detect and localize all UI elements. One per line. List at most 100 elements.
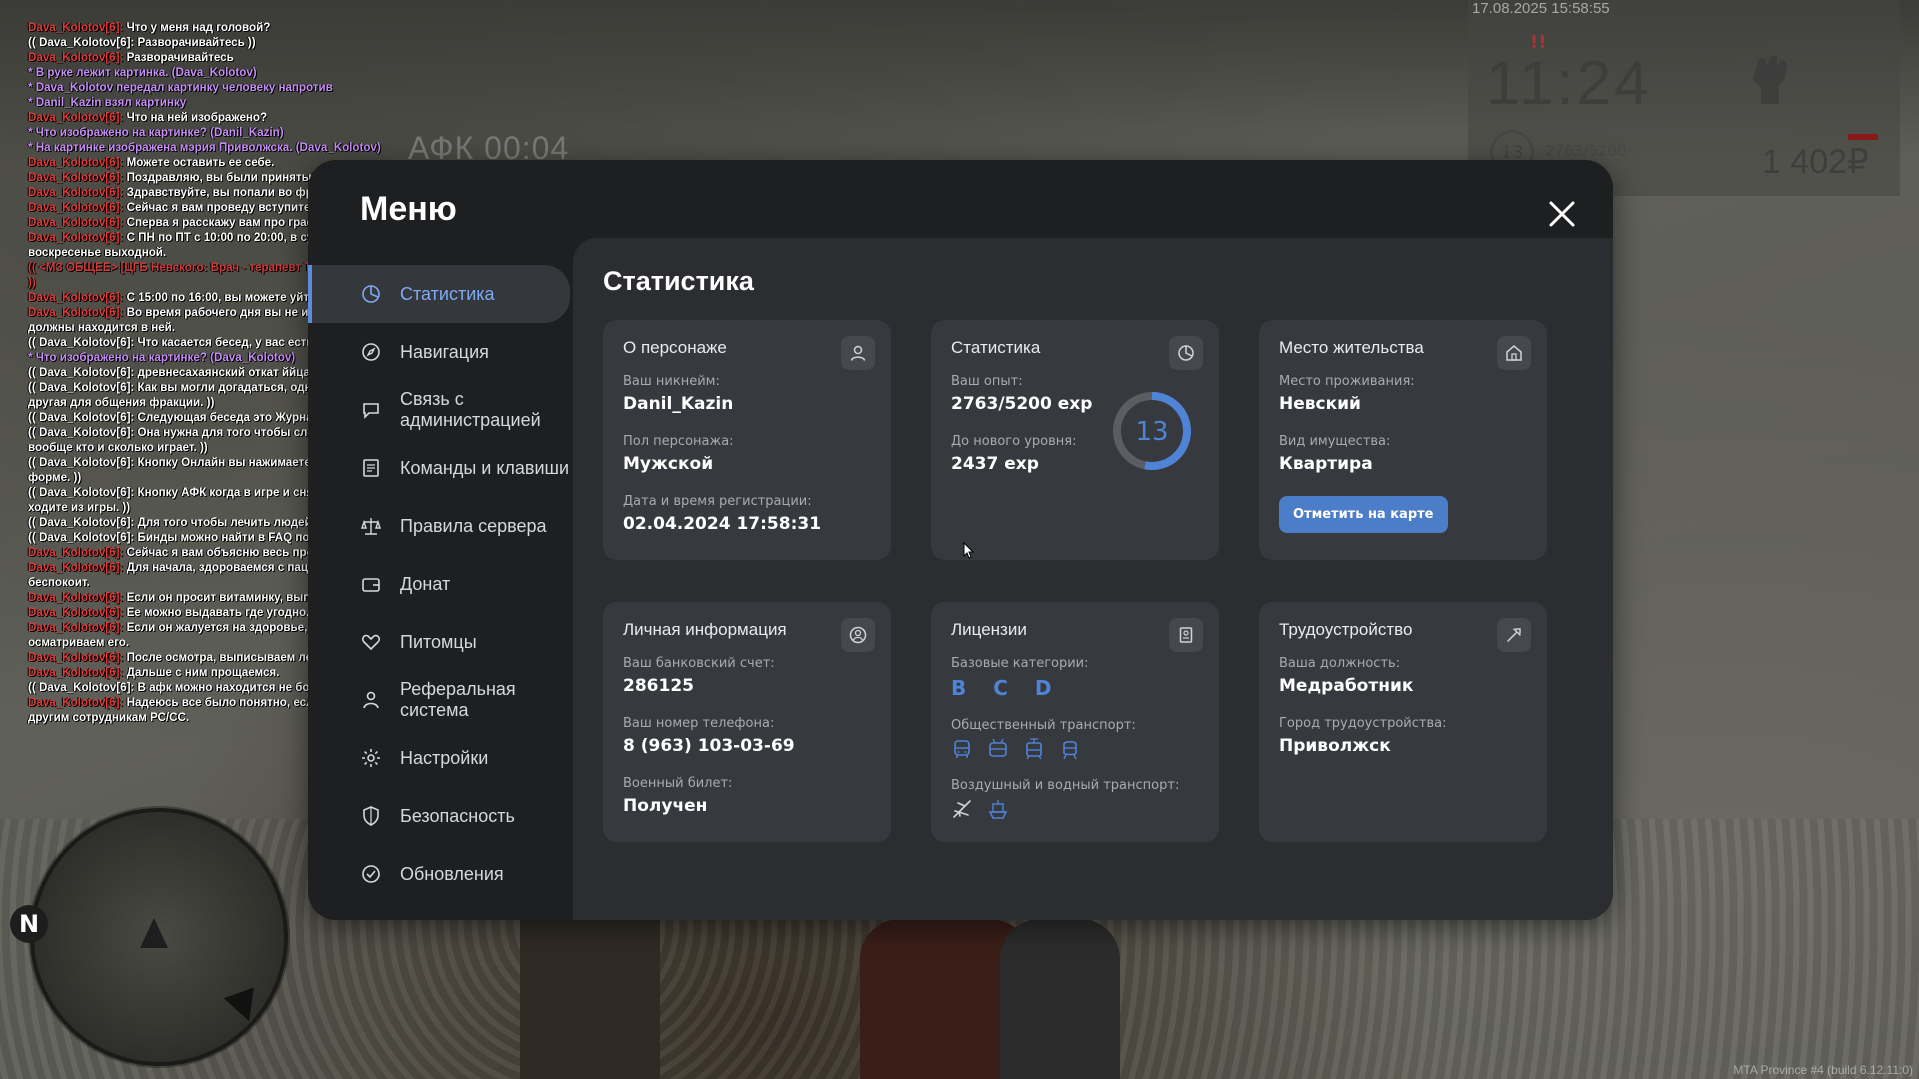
- sidebar-item-label: Навигация: [400, 341, 489, 362]
- scales-icon: [361, 518, 381, 535]
- close-icon[interactable]: [1542, 194, 1582, 234]
- chat-text: Дальше с ним прощаемся.: [123, 666, 280, 679]
- hammer-icon: [1497, 618, 1531, 652]
- hud-exp: 2763/5200: [1545, 142, 1627, 160]
- chat-speaker: Dava_Kolotov[6]:: [28, 591, 124, 604]
- player-figure: [1000, 919, 1120, 1079]
- chat-speaker: Dava_Kolotov[6]:: [28, 306, 124, 319]
- level-progress-ring: 13: [1113, 392, 1191, 470]
- chat-line: Dava_Kolotov[6]: Что на ней изображено?: [28, 110, 508, 125]
- chat-text: Ее можно выдавать где угодно.: [123, 606, 310, 619]
- mark-on-map-button[interactable]: Отметить на карте: [1279, 496, 1448, 533]
- gear-icon: [362, 749, 380, 767]
- boat-icon: [988, 800, 1008, 819]
- chat-speaker: Dava_Kolotov[6]:: [28, 201, 124, 214]
- hud-money: 1 402₽: [1762, 143, 1869, 181]
- chat-speaker: Dava_Kolotov[6]:: [28, 666, 124, 679]
- card-character: О персонаже Ваш никнейм: Danil_Kazin Пол…: [603, 320, 891, 560]
- tram-icon: [1026, 738, 1042, 760]
- chat-speaker: Dava_Kolotov[6]:: [28, 111, 124, 124]
- chat-text: * В руке лежит картинка. (Dava_Kolotov): [28, 66, 257, 79]
- chat-line: * Dava_Kolotov передал картинку человеку…: [28, 80, 508, 95]
- sidebar-nav: Статистика Навигация Связь с администрацие…: [308, 265, 570, 903]
- chat-text: Что на ней изображено?: [123, 111, 268, 124]
- sidebar-item-2[interactable]: Навигация: [308, 323, 570, 381]
- player-arrow-icon: [140, 918, 168, 948]
- sidebar-item-label: Обновления: [400, 863, 504, 884]
- chat-speaker: Dava_Kolotov[6]:: [28, 156, 124, 169]
- hud-datetime: 17.08.2025 15:58:55: [1472, 0, 1610, 17]
- sidebar-item-11[interactable]: Обновления: [308, 845, 570, 903]
- card-title: О персонаже: [623, 338, 727, 357]
- compass-icon: [362, 343, 380, 361]
- chat-line: Dava_Kolotov[6]: Что у меня над головой?: [28, 20, 508, 35]
- card-residence: Место жительства Место проживания: Невск…: [1259, 320, 1547, 560]
- chat-line: * В руке лежит картинка. (Dava_Kolotov): [28, 65, 508, 80]
- sidebar-item-label: Донат: [400, 573, 451, 594]
- sidebar-item-9[interactable]: Настройки: [308, 729, 570, 787]
- sidebar-item-label: Статистика: [400, 283, 495, 304]
- hud-clock: 11:24: [1486, 49, 1652, 118]
- card-stats: Статистика Ваш опыт: 2763/5200 exp До но…: [931, 320, 1219, 560]
- trolleybus-icon: [989, 738, 1007, 757]
- chat-text: Что у меня над головой?: [123, 21, 271, 34]
- card-title: Трудоустройство: [1279, 620, 1413, 639]
- public-transport-label: Общественный транспорт:: [951, 718, 1136, 733]
- profile-circle-icon: [841, 618, 875, 652]
- chat-icon: [363, 403, 379, 419]
- sidebar-item-3[interactable]: Связь с администрацией: [308, 381, 570, 439]
- card-title: Место жительства: [1279, 338, 1424, 357]
- sidebar-item-label: Настройки: [400, 747, 489, 768]
- sidebar-item-8[interactable]: Реферальная система: [308, 671, 570, 729]
- chat-text: (( Dava_Kolotov[6]: Бинды можно найти в …: [28, 531, 338, 544]
- mouse-cursor-icon: [963, 542, 975, 559]
- chat-speaker: Dava_Kolotov[6]:: [28, 546, 124, 559]
- sidebar-item-5[interactable]: Правила сервера: [308, 497, 570, 555]
- nickname-value: Danil_Kazin: [623, 394, 734, 414]
- plane-icon: [953, 800, 971, 818]
- air-water-label: Воздушный и водный транспорт:: [951, 778, 1180, 793]
- gender-value: Мужской: [623, 454, 714, 474]
- sidebar-item-6[interactable]: Донат: [308, 555, 570, 613]
- chat-speaker: Dava_Kolotov[6]:: [28, 651, 124, 664]
- chat-text: Можете оставить ее себе.: [123, 156, 275, 169]
- chat-speaker: Dava_Kolotov[6]:: [28, 696, 124, 709]
- gender-label: Пол персонажа:: [623, 434, 734, 449]
- sidebar-item-label: Связь с администрацией: [400, 389, 541, 430]
- shield-icon: [363, 806, 379, 826]
- user-icon: [841, 336, 875, 370]
- chart-icon: [1169, 336, 1203, 370]
- sidebar-item-label: Команды и клавиши: [400, 457, 570, 478]
- chat-text: Поздравляю, вы были приняты!: [123, 171, 316, 184]
- property-value: Квартира: [1279, 454, 1373, 474]
- chat-text: * Что изображено на картинке? (Danil_Kaz…: [28, 126, 284, 139]
- military-value: Получен: [623, 796, 708, 816]
- sidebar-item-7[interactable]: Питомцы: [308, 613, 570, 671]
- compass-north: N: [10, 905, 48, 943]
- chat-speaker: Dava_Kolotov[6]:: [28, 21, 124, 34]
- sidebar-item-label: Питомцы: [400, 631, 477, 652]
- sidebar-item-1[interactable]: Статистика: [308, 265, 570, 323]
- chat-text: * Что изображено на картинке? (Dava_Kolo…: [28, 351, 296, 364]
- phone-label: Ваш номер телефона:: [623, 716, 775, 731]
- home-icon: [1497, 336, 1531, 370]
- content-panel: Статистика О персонаже Ваш никнейм: Dani…: [573, 238, 1613, 920]
- chat-speaker: Dava_Kolotov[6]:: [28, 216, 124, 229]
- bank-value: 286125: [623, 676, 694, 696]
- job-city-label: Город трудоустройства:: [1279, 716, 1447, 731]
- sidebar-item-label: Правила сервера: [400, 515, 547, 536]
- hud-health-bar: [1848, 134, 1878, 140]
- card-title: Лицензии: [951, 620, 1027, 639]
- level-number: 13: [1135, 417, 1168, 447]
- card-personal-info: Личная информация Ваш банковский счет: 2…: [603, 602, 891, 842]
- card-employment: Трудоустройство Ваша должность: Медработ…: [1259, 602, 1547, 842]
- sidebar-item-4[interactable]: Команды и клавиши: [308, 439, 570, 497]
- chat-speaker: Dava_Kolotov[6]:: [28, 231, 124, 244]
- sidebar-item-10[interactable]: Безопасность: [308, 787, 570, 845]
- list-icon: [363, 459, 379, 477]
- card-title: Личная информация: [623, 620, 787, 639]
- bank-label: Ваш банковский счет:: [623, 656, 775, 671]
- refresh-icon: [362, 865, 380, 883]
- registration-label: Дата и время регистрации:: [623, 494, 812, 509]
- exp-label: Ваш опыт:: [951, 374, 1023, 389]
